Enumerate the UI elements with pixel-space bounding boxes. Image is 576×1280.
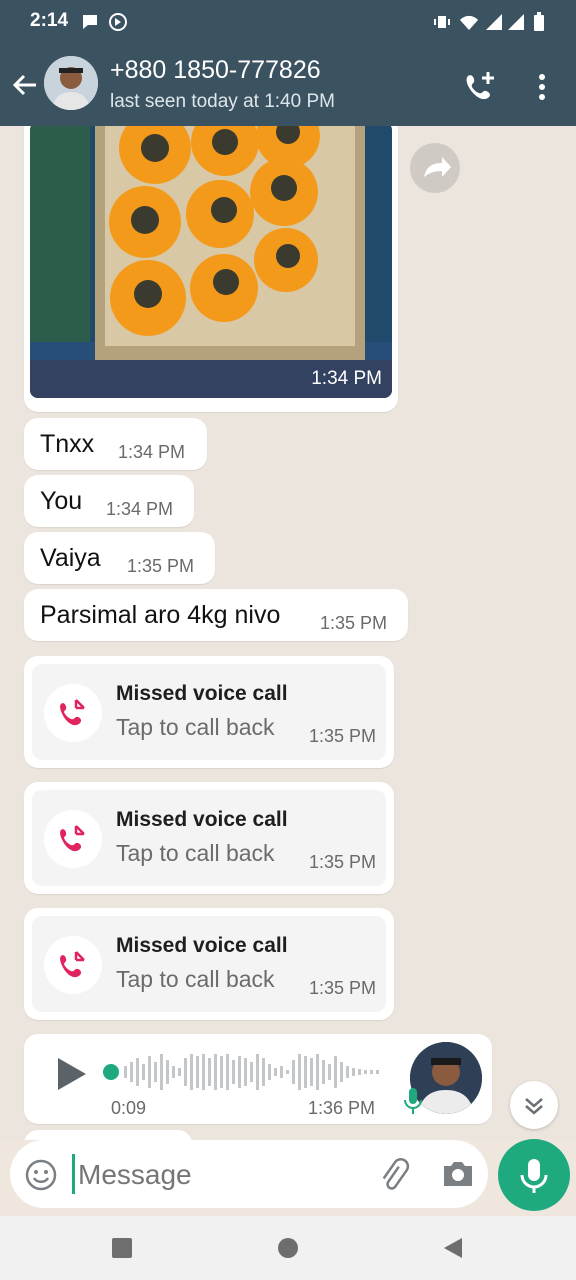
message-text: Tnxx bbox=[40, 430, 95, 458]
last-seen: last seen today at 1:40 PM bbox=[110, 91, 335, 112]
call-subtitle: Tap to call back bbox=[116, 714, 275, 740]
attach-icon[interactable] bbox=[374, 1156, 410, 1192]
forward-icon bbox=[424, 157, 451, 177]
missed-call-message[interactable]: Missed voice call Tap to call back 1:35 … bbox=[24, 908, 394, 1020]
call-card[interactable]: Missed voice call Tap to call back 1:35 … bbox=[32, 664, 386, 760]
notification-icons bbox=[83, 13, 127, 31]
recents-icon[interactable] bbox=[110, 1236, 134, 1260]
message-text: Parsimal aro 4kg nivo bbox=[40, 601, 281, 629]
system-status-icons bbox=[434, 12, 544, 31]
call-title: Missed voice call bbox=[116, 808, 288, 831]
message-time: 1:34 PM bbox=[118, 442, 186, 462]
message-bubble[interactable]: Parsimal aro 4kg nivo 1:35 PM bbox=[24, 589, 408, 641]
mic-button[interactable] bbox=[498, 1139, 570, 1211]
back-icon[interactable] bbox=[440, 1236, 464, 1260]
missed-call-message[interactable]: Missed voice call Tap to call back 1:35 … bbox=[24, 656, 394, 768]
message-text: Vaiya bbox=[40, 544, 101, 572]
system-nav-bar bbox=[0, 1216, 576, 1280]
message-time: 1:35 PM bbox=[127, 556, 195, 576]
text-cursor bbox=[72, 1154, 75, 1194]
play-icon[interactable] bbox=[54, 1056, 90, 1092]
status-bar: 2:14 bbox=[0, 0, 576, 44]
camera-icon[interactable] bbox=[440, 1158, 476, 1190]
add-call-icon[interactable] bbox=[462, 70, 498, 104]
message-input[interactable] bbox=[76, 1150, 360, 1200]
voice-message[interactable]: 0:09 1:36 PM bbox=[24, 1034, 492, 1124]
photo-timestamp: 1:34 PM bbox=[311, 368, 382, 389]
missed-call-icon bbox=[44, 684, 102, 742]
photo-message[interactable]: 1:34 PM bbox=[24, 126, 398, 412]
contact-name[interactable]: +880 1850-777826 bbox=[110, 56, 321, 85]
scroll-down-button[interactable] bbox=[510, 1081, 558, 1129]
chat-area[interactable]: 1:34 PM Tnxx 1:34 PM You 1:34 PM Vaiya 1… bbox=[0, 126, 576, 1140]
chat-header: +880 1850-777826 last seen today at 1:40… bbox=[0, 44, 576, 126]
message-text: You bbox=[40, 487, 83, 515]
microphone-icon bbox=[404, 1088, 422, 1114]
contact-avatar[interactable] bbox=[44, 56, 98, 110]
missed-call-icon bbox=[44, 936, 102, 994]
voice-waveform[interactable] bbox=[102, 1052, 384, 1092]
message-bubble[interactable]: Tnxx 1:34 PM bbox=[24, 418, 207, 470]
call-card[interactable]: Missed voice call Tap to call back 1:35 … bbox=[32, 916, 386, 1012]
missed-call-message[interactable]: Missed voice call Tap to call back 1:35 … bbox=[24, 782, 394, 894]
microphone-icon bbox=[520, 1159, 548, 1193]
voice-time: 1:36 PM bbox=[308, 1098, 376, 1118]
call-title: Missed voice call bbox=[116, 682, 288, 705]
call-time: 1:35 PM bbox=[308, 978, 376, 998]
call-subtitle: Tap to call back bbox=[116, 966, 275, 992]
status-time: 2:14 bbox=[30, 10, 69, 31]
message-time: 1:34 PM bbox=[106, 499, 174, 519]
message-time: 1:35 PM bbox=[320, 613, 388, 633]
emoji-icon[interactable] bbox=[24, 1158, 58, 1192]
home-icon[interactable] bbox=[276, 1236, 300, 1260]
call-time: 1:35 PM bbox=[308, 852, 376, 872]
call-title: Missed voice call bbox=[116, 934, 288, 957]
missed-call-icon bbox=[44, 810, 102, 868]
double-chevron-down-icon bbox=[525, 1098, 543, 1115]
message-bubble[interactable]: You 1:34 PM bbox=[24, 475, 194, 527]
forward-button[interactable] bbox=[410, 143, 460, 193]
partial-message-bubble[interactable] bbox=[24, 1130, 192, 1140]
voice-duration: 0:09 bbox=[111, 1098, 147, 1118]
call-time: 1:35 PM bbox=[308, 726, 376, 746]
persimmon-photo[interactable] bbox=[30, 126, 392, 398]
back-arrow-icon[interactable] bbox=[10, 70, 40, 100]
call-subtitle: Tap to call back bbox=[116, 840, 275, 866]
call-card[interactable]: Missed voice call Tap to call back 1:35 … bbox=[32, 790, 386, 886]
message-bubble[interactable]: Vaiya 1:35 PM bbox=[24, 532, 215, 584]
message-input-bar bbox=[10, 1140, 488, 1208]
more-options-icon[interactable] bbox=[534, 72, 550, 102]
